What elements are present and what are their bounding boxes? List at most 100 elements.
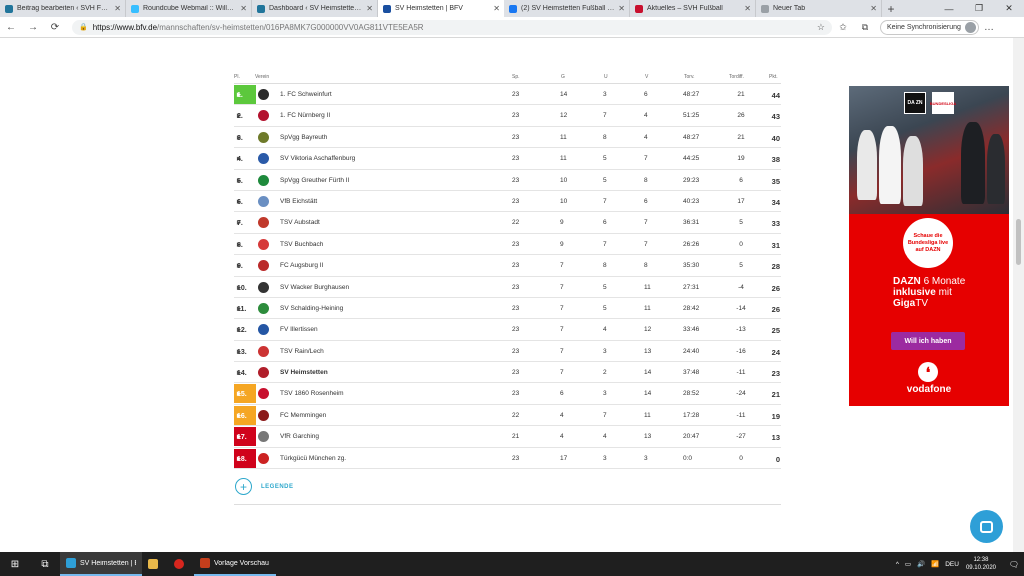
header-verein: Verein — [255, 74, 270, 80]
browser-tab[interactable]: Dashboard ‹ SV Heimstetten — W✕ — [252, 0, 378, 17]
table-row[interactable]: ▶ 16. FC Memmingen 22 4 7 11 17:28 -11 19 — [234, 405, 781, 427]
clock[interactable]: 12:38 09.10.2020 — [966, 556, 996, 572]
close-icon[interactable]: ✕ — [618, 4, 625, 13]
ad-headline-tv: TV — [915, 298, 929, 309]
close-icon[interactable]: ✕ — [870, 4, 877, 13]
wins: 9 — [560, 219, 564, 227]
browser-tab[interactable]: Neuer Tab ✕ — [756, 0, 882, 17]
club-name[interactable]: TSV Rain/Lech — [280, 348, 324, 355]
club-name[interactable]: 1. FC Nürnberg II — [280, 112, 330, 119]
club-name[interactable]: SV Heimstetten — [280, 369, 328, 376]
table-row[interactable]: ▶ 8. TSV Buchbach 23 9 7 7 26:26 0 31 — [234, 234, 781, 256]
maximize-button[interactable]: ❐ — [964, 0, 994, 17]
favorites-icon[interactable]: ✩ — [832, 22, 854, 33]
reload-button[interactable]: ⟳ — [44, 22, 66, 33]
minimize-button[interactable]: — — [934, 0, 964, 17]
tray-chevron-icon[interactable]: ^ — [896, 561, 899, 568]
club-name[interactable]: TSV Buchbach — [280, 241, 323, 248]
table-row[interactable]: ▶ 2. 1. FC Nürnberg II 23 12 7 4 51:25 26 43 — [234, 105, 781, 127]
browser-tab[interactable]: Aktuelles – SVH Fußball ✕ — [630, 0, 756, 17]
chat-button[interactable] — [970, 510, 1003, 543]
club-name[interactable]: VfB Eichstätt — [280, 198, 317, 205]
taskbar-app-explorer[interactable] — [142, 552, 168, 576]
collections-icon[interactable]: ⧉ — [854, 22, 876, 33]
close-icon[interactable]: ✕ — [114, 4, 121, 13]
table-row[interactable]: ▶ 17. VfR Garching 21 4 4 13 20:47 -27 13 — [234, 426, 781, 448]
advertisement-banner[interactable]: DA ZN BUNDESLIGA Schaue die Bundesliga l… — [849, 86, 1009, 406]
close-icon[interactable]: ✕ — [493, 4, 500, 13]
legend-toggle[interactable]: + LEGENDE — [234, 469, 781, 506]
table-row[interactable]: ▶ 1. 1. FC Schweinfurt 23 14 3 6 48:27 21 44 — [234, 84, 781, 106]
rank-cell: ▶ 10. — [234, 278, 256, 297]
club-name[interactable]: FC Augsburg II — [280, 262, 323, 269]
table-row[interactable]: ▶ 13. TSV Rain/Lech 23 7 3 13 24:40 -16 24 — [234, 341, 781, 363]
table-row[interactable]: ▶ 11. SV Schalding-Heining 23 7 5 11 28:42 -14 26 — [234, 298, 781, 320]
language-indicator[interactable]: DEU — [945, 561, 959, 568]
new-tab-button[interactable]: + — [882, 0, 900, 17]
club-name[interactable]: SV Schalding-Heining — [280, 305, 343, 312]
volume-icon[interactable]: 🔊 — [917, 560, 925, 568]
browser-tab[interactable]: Beitrag bearbeiten ‹ SVH Fußball ✕ — [0, 0, 126, 17]
table-row[interactable]: ▶ 18. Türkgücü München zg. 23 17 3 3 0:0 0 0 — [234, 448, 781, 470]
rank-value: 16. — [237, 412, 247, 420]
lock-icon[interactable]: 🔒 — [79, 23, 88, 31]
table-row[interactable]: ▶ 14. SV Heimstetten 23 7 2 14 37:48 -11 23 — [234, 362, 781, 384]
scrollbar-thumb[interactable] — [1016, 219, 1021, 265]
club-name[interactable]: FV Illertissen — [280, 326, 318, 333]
points: 19 — [771, 411, 780, 421]
table-row[interactable]: ▶ 3. SpVgg Bayreuth 23 11 8 4 48:27 21 40 — [234, 127, 781, 149]
forward-button[interactable]: → — [22, 22, 44, 33]
back-button[interactable]: ← — [0, 22, 22, 33]
task-view-icon[interactable]: ⧉ — [30, 552, 60, 576]
club-name[interactable]: SV Wacker Burghausen — [280, 284, 349, 291]
window-controls: — ❐ ✕ — [934, 0, 1024, 17]
wins: 10 — [560, 176, 568, 184]
legend-label[interactable]: LEGENDE — [261, 484, 294, 490]
club-name[interactable]: SpVgg Bayreuth — [280, 134, 327, 141]
sync-button[interactable]: Keine Synchronisierung — [880, 19, 979, 35]
taskbar-app-edge[interactable]: SV Heimstetten | BF... — [60, 552, 142, 576]
club-name[interactable]: SV Viktoria Aschaffenburg — [280, 155, 355, 162]
header-pkt: Pkt. — [769, 74, 778, 80]
table-row[interactable]: ▶ 4. SV Viktoria Aschaffenburg 23 11 5 7 44:25 1… — [234, 148, 781, 170]
page-scrollbar[interactable] — [1013, 38, 1024, 552]
ad-cta-button[interactable]: Will ich haben — [891, 332, 965, 350]
menu-icon[interactable]: … — [979, 22, 999, 33]
network-icon[interactable]: 📶 — [931, 560, 939, 568]
table-row[interactable]: ▶ 12. FV Illertissen 23 7 4 12 33:46 -13 25 — [234, 319, 781, 341]
table-row[interactable]: ▶ 6. VfB Eichstätt 23 10 7 6 40:23 17 34 — [234, 191, 781, 213]
table-row[interactable]: ▶ 15. TSV 1860 Rosenheim 23 6 3 14 28:52 -24 21 — [234, 383, 781, 405]
taskbar-app-powerpoint[interactable]: Vorlage Vorschau - ... — [194, 552, 276, 576]
table-row[interactable]: ▶ 10. SV Wacker Burghausen 23 7 5 11 27:31 -4 26 — [234, 277, 781, 298]
browser-tab[interactable]: (2) SV Heimstetten Fußball | Face✕ — [504, 0, 630, 17]
sync-label: Keine Synchronisierung — [887, 23, 961, 31]
browser-tab[interactable]: Roundcube Webmail :: Willkommen✕ — [126, 0, 252, 17]
browser-tab-active[interactable]: SV Heimstetten | BFV ✕ — [378, 0, 504, 17]
club-name[interactable]: 1. FC Schweinfurt — [280, 91, 332, 98]
close-icon[interactable]: ✕ — [744, 4, 751, 13]
close-icon[interactable]: ✕ — [240, 4, 247, 13]
table-row[interactable]: ▶ 7. TSV Aubstadt 22 9 6 7 36:31 5 33 — [234, 212, 781, 234]
address-bar[interactable]: 🔒 https://www.bfv.de /mannschaften/sv-he… — [72, 19, 832, 35]
battery-icon[interactable]: ▭ — [905, 560, 911, 568]
plus-circle-icon[interactable]: + — [235, 478, 252, 496]
header-pl: Pl. — [234, 74, 240, 80]
close-icon[interactable]: ✕ — [366, 4, 373, 13]
notification-icon[interactable]: 🗨 — [1007, 560, 1021, 569]
club-name[interactable]: Türkgücü München zg. — [280, 455, 346, 462]
table-row[interactable]: ▶ 5. SpVgg Greuther Fürth II 23 10 5 8 29:23 6 35 — [234, 170, 781, 191]
club-name[interactable]: TSV 1860 Rosenheim — [280, 390, 344, 397]
close-window-button[interactable]: ✕ — [994, 0, 1024, 17]
taskbar-app-opera[interactable] — [168, 552, 194, 576]
table-row[interactable]: ▶ 9. FC Augsburg II 23 7 8 8 35:30 5 28 — [234, 255, 781, 277]
star-icon[interactable]: ☆ — [817, 22, 825, 33]
club-name[interactable]: VfR Garching — [280, 433, 319, 440]
club-name[interactable]: TSV Aubstadt — [280, 219, 320, 226]
rank-value: 13. — [237, 348, 247, 356]
club-name[interactable]: SpVgg Greuther Fürth II — [280, 177, 349, 184]
rank-value: 8. — [237, 241, 243, 249]
start-icon[interactable]: ⊞ — [0, 552, 30, 576]
losses: 7 — [644, 219, 648, 227]
club-name[interactable]: FC Memmingen — [280, 412, 326, 419]
vodafone-logo-icon: ❛ — [918, 362, 938, 382]
